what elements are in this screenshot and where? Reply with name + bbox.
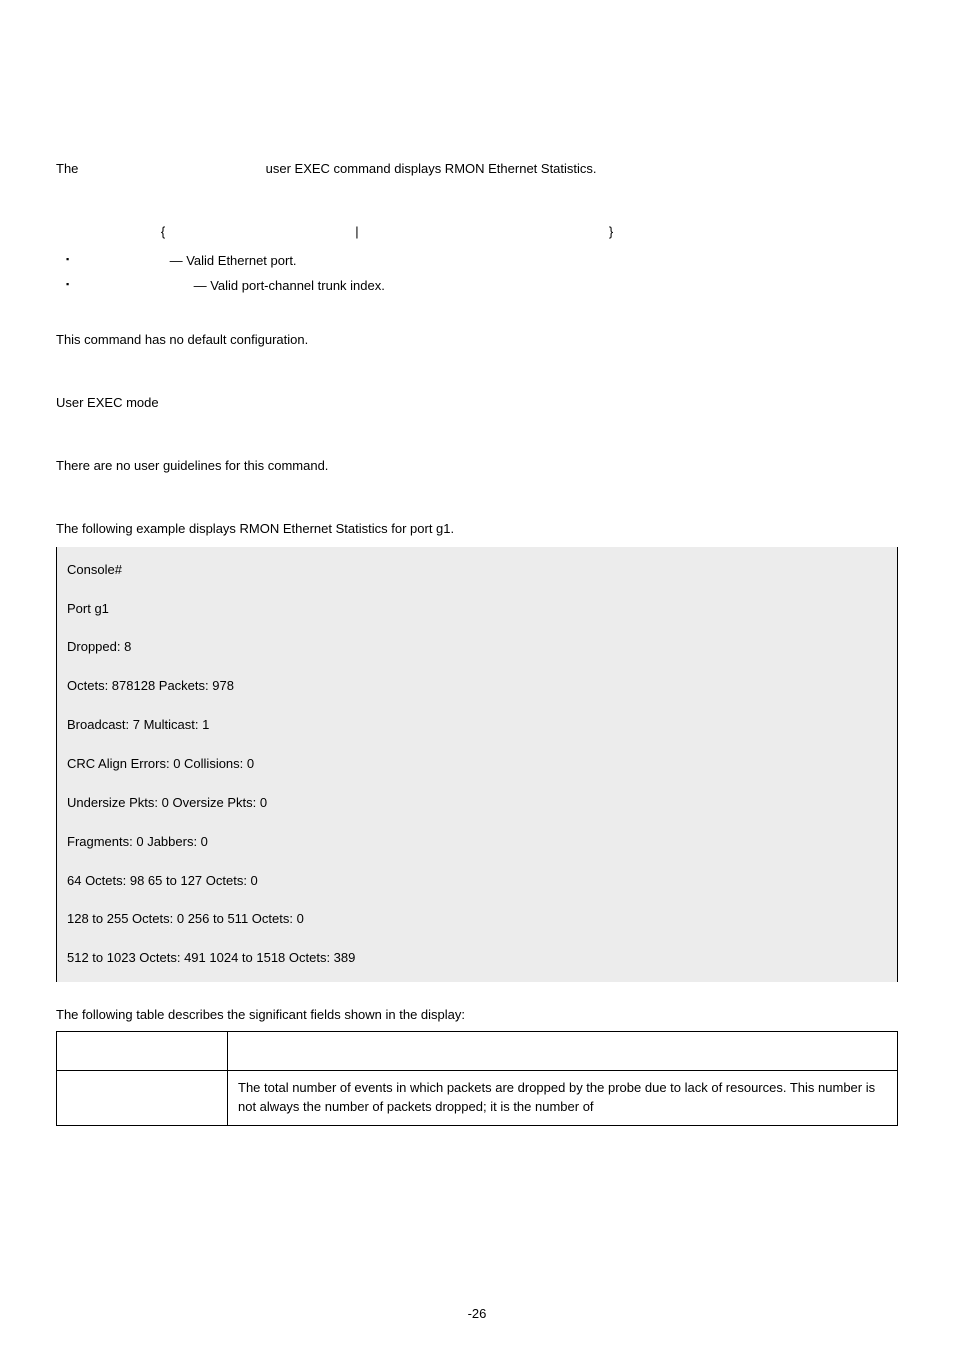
console-line: Fragments: 0 Jabbers: 0 — [57, 823, 897, 862]
table-header-cell — [228, 1031, 898, 1070]
table-row: The total number of events in which pack… — [57, 1070, 898, 1125]
table-cell: The total number of events in which pack… — [228, 1070, 898, 1125]
fields-table: The total number of events in which pack… — [56, 1031, 898, 1126]
bullet-1-text: — Valid Ethernet port. — [166, 253, 297, 268]
command-mode-text: User EXEC mode — [56, 394, 898, 413]
syntax-pipe: | — [350, 223, 364, 242]
list-item: — Valid port-channel trunk index. — [56, 277, 898, 296]
page-number: -26 — [0, 1305, 954, 1324]
console-line: 128 to 255 Octets: 0 256 to 511 Octets: … — [57, 900, 897, 939]
parameter-list: — Valid Ethernet port. — Valid port-chan… — [56, 252, 898, 296]
console-output: Console# Port g1 Dropped: 8 Octets: 8781… — [56, 547, 898, 982]
document-page: The user EXEC command displays RMON Ethe… — [0, 0, 954, 1350]
table-intro: The following table describes the signif… — [56, 1006, 898, 1025]
console-line: Undersize Pkts: 0 Oversize Pkts: 0 — [57, 784, 897, 823]
example-intro: The following example displays RMON Ethe… — [56, 520, 898, 539]
bullet-2-text: — Valid port-channel trunk index. — [190, 278, 385, 293]
syntax-line: { |} — [56, 223, 898, 242]
console-line: Broadcast: 7 Multicast: 1 — [57, 706, 897, 745]
console-line: CRC Align Errors: 0 Collisions: 0 — [57, 745, 897, 784]
console-line: Port g1 — [57, 590, 897, 629]
intro-suffix: user EXEC command displays RMON Ethernet… — [262, 161, 597, 176]
intro-prefix: The — [56, 161, 82, 176]
table-header-cell — [57, 1031, 228, 1070]
console-line: Console# — [57, 551, 897, 590]
console-line: Octets: 878128 Packets: 978 — [57, 667, 897, 706]
default-config-text: This command has no default configuratio… — [56, 331, 898, 350]
user-guidelines-text: There are no user guidelines for this co… — [56, 457, 898, 476]
table-cell — [57, 1070, 228, 1125]
table-header-row — [57, 1031, 898, 1070]
list-item: — Valid Ethernet port. — [56, 252, 898, 271]
brace-open: { — [156, 223, 170, 242]
console-line: 64 Octets: 98 65 to 127 Octets: 0 — [57, 862, 897, 901]
console-line: Dropped: 8 — [57, 628, 897, 667]
brace-close: } — [604, 223, 618, 242]
intro-paragraph: The user EXEC command displays RMON Ethe… — [56, 160, 898, 179]
console-line: 512 to 1023 Octets: 491 1024 to 1518 Oct… — [57, 939, 897, 978]
